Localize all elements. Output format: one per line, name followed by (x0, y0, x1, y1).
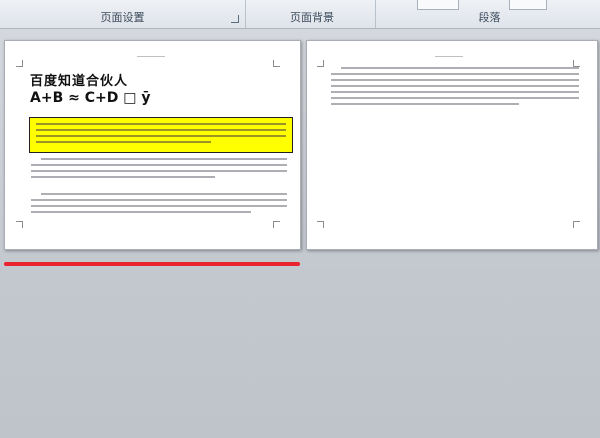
formula-text: A+B ≈ C+D (30, 90, 119, 106)
page-2[interactable] (306, 40, 598, 250)
page-1[interactable]: 百度知道合伙人 A+B ≈ C+D □ ȳ (4, 40, 301, 250)
paragraph-group-label: 段落 (478, 11, 501, 24)
page-header (137, 56, 165, 61)
margin-corner-mark (317, 60, 324, 67)
margin-corner-mark (16, 221, 23, 228)
page-background-control[interactable] (279, 0, 319, 9)
paragraph-indent-input[interactable] (509, 0, 547, 10)
page-setup-group: 页面设置 (0, 0, 246, 28)
page-header (435, 56, 463, 61)
red-underline-annotation (4, 262, 300, 266)
paragraph-group: 段落 (379, 0, 600, 28)
margin-corner-mark (273, 60, 280, 67)
body-paragraph-3[interactable] (331, 67, 579, 109)
page-setup-group-label: 页面设置 (100, 11, 145, 24)
margin-corner-mark (273, 221, 280, 228)
body-paragraph-2[interactable] (31, 193, 287, 217)
highlighted-paragraph[interactable] (29, 117, 293, 153)
ribbon: 页面设置 页面背景 段落 (0, 0, 600, 29)
formula-tail: □ ȳ (123, 90, 151, 106)
margin-corner-mark (317, 221, 324, 228)
page-background-group: 页面背景 (249, 0, 376, 28)
body-paragraph-1[interactable] (31, 158, 287, 182)
page-background-group-label: 页面背景 (290, 11, 334, 24)
margin-corner-mark (16, 60, 23, 67)
highlighted-text-lines (36, 123, 286, 147)
document-canvas[interactable]: 百度知道合伙人 A+B ≈ C+D □ ȳ (0, 29, 600, 438)
document-title[interactable]: 百度知道合伙人 (30, 70, 128, 89)
dialog-launcher-icon[interactable] (231, 15, 239, 23)
formula-line[interactable]: A+B ≈ C+D □ ȳ (30, 90, 150, 106)
paragraph-spacing-input[interactable] (417, 0, 459, 10)
margin-corner-mark (573, 221, 580, 228)
margin-corner-mark (573, 60, 580, 67)
